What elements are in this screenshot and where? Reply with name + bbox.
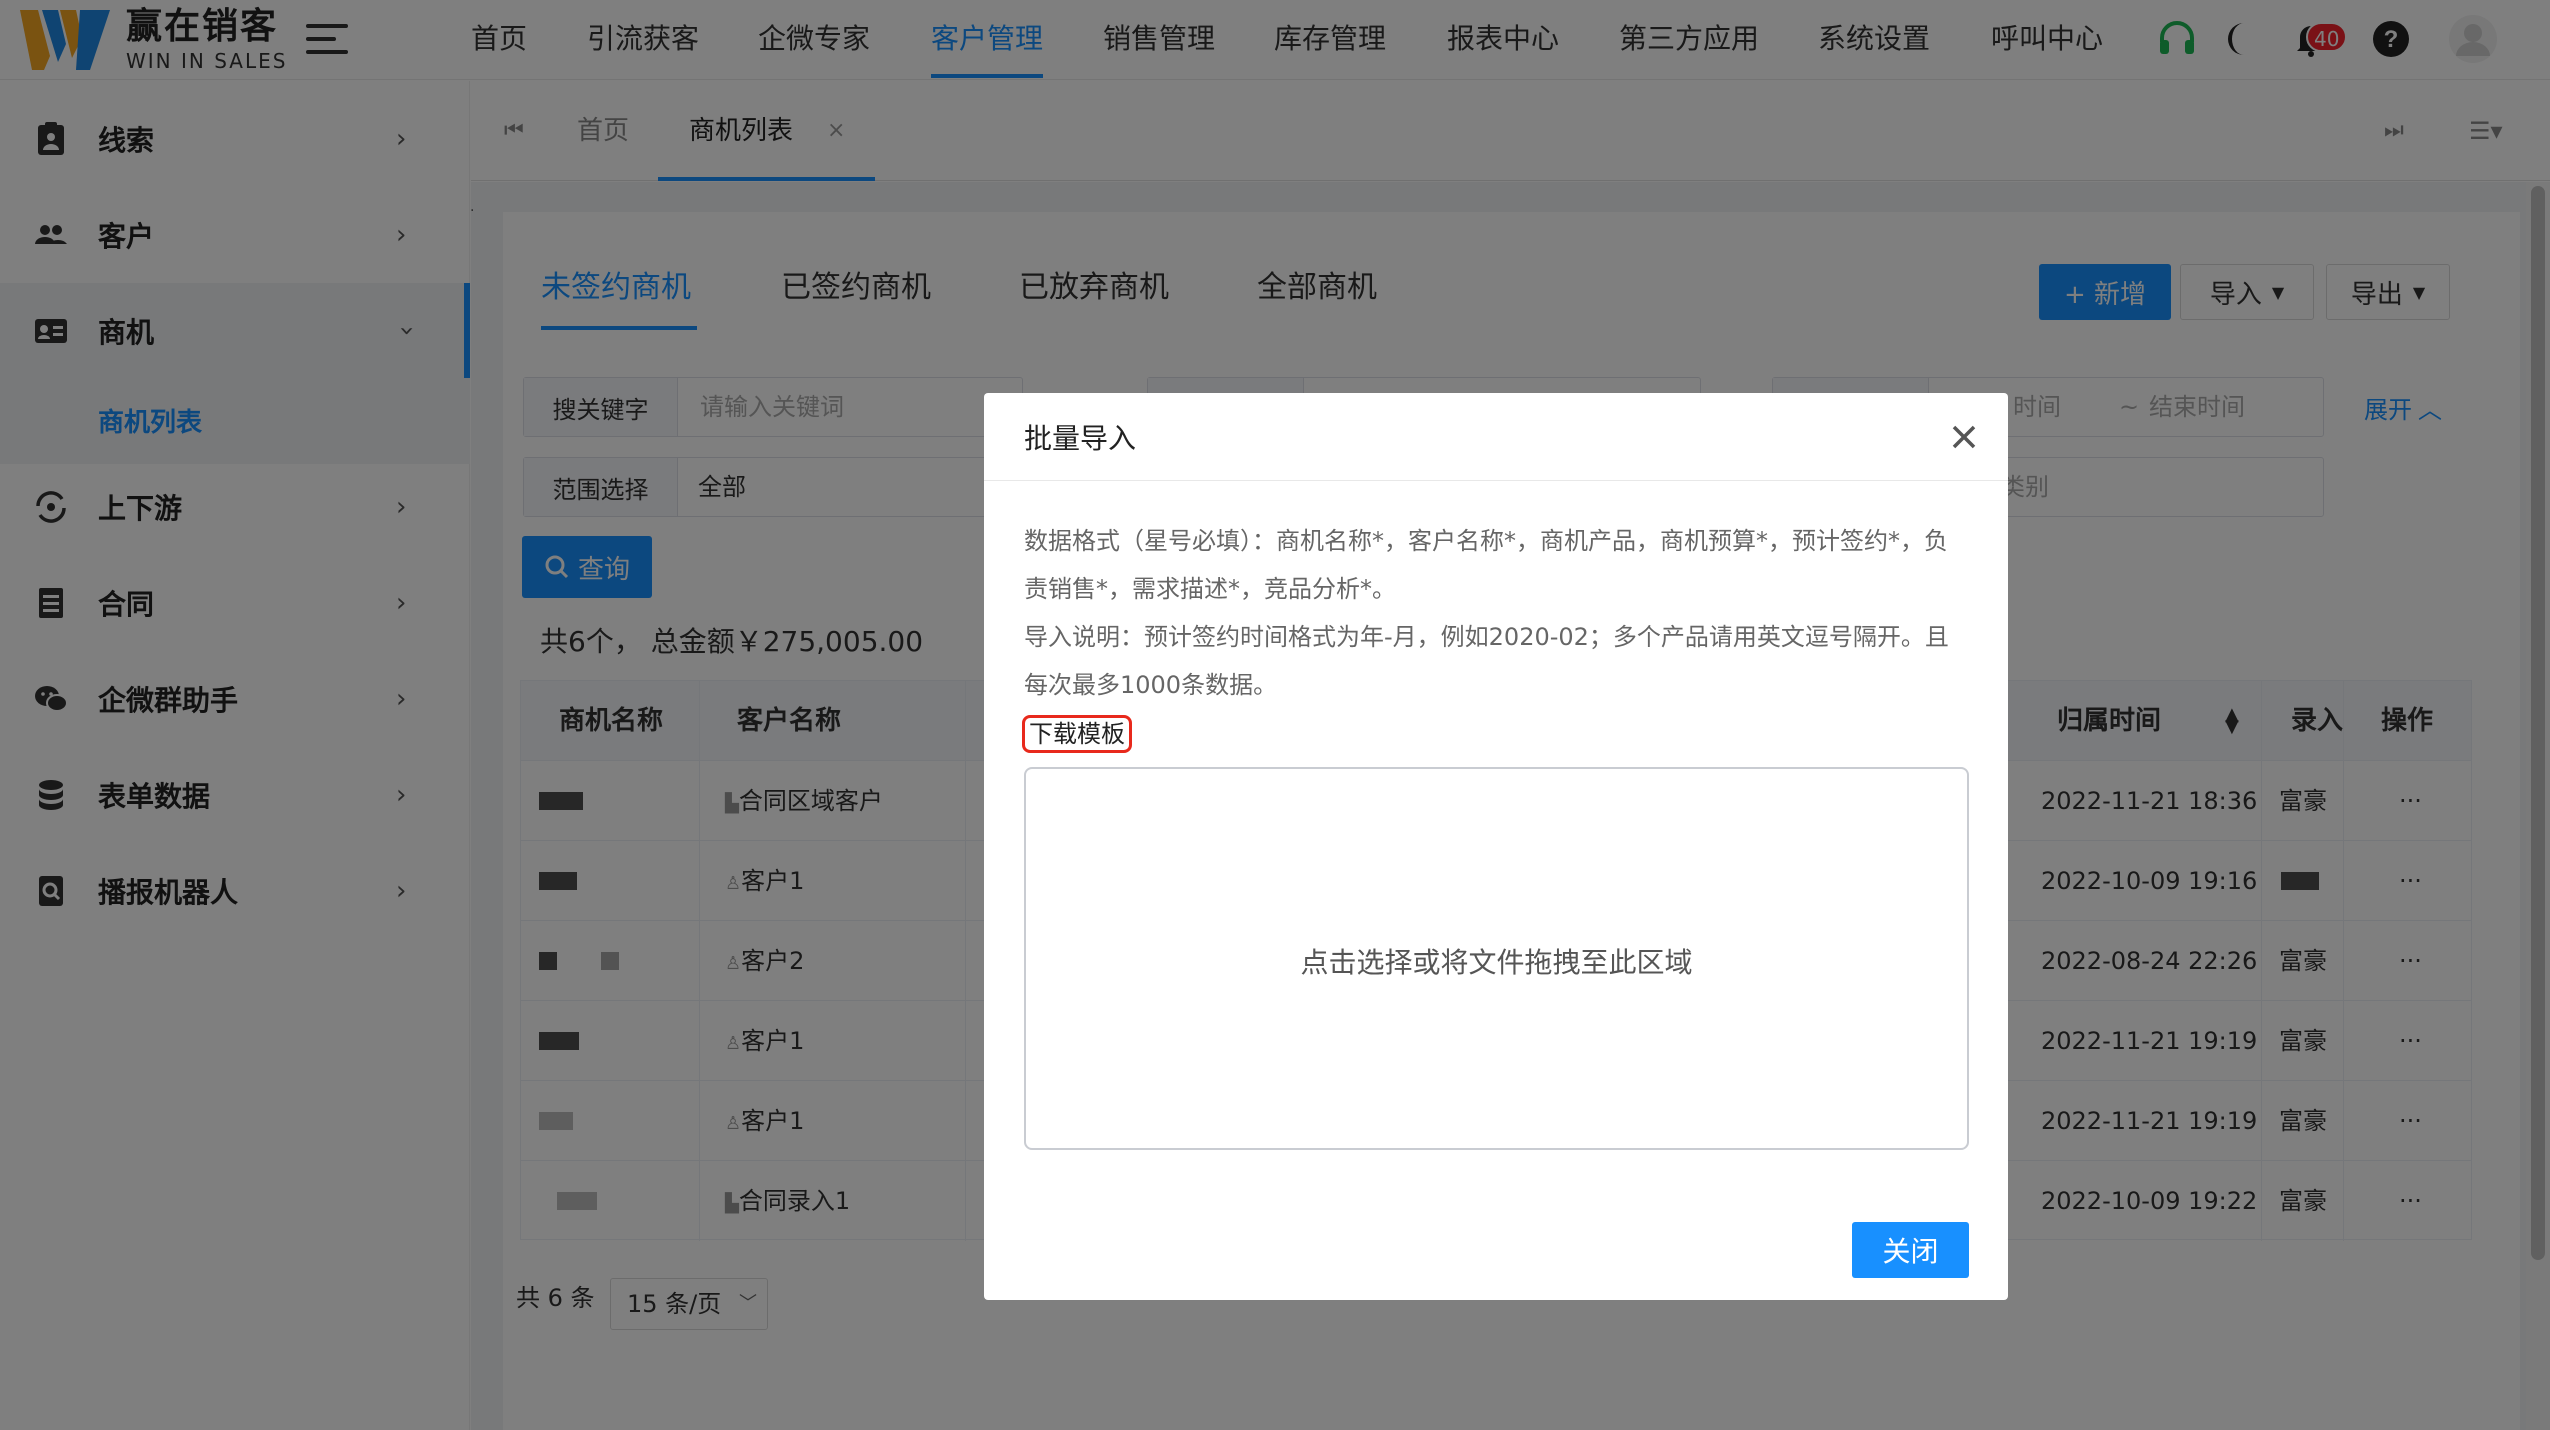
format-line-1: 数据格式（星号必填）：商机名称*，客户名称*，商机产品，商机预算*，预计签约*，… xyxy=(1024,527,1948,555)
file-dropzone[interactable]: 点击选择或将文件拖拽至此区域 xyxy=(1024,767,1969,1150)
import-note-line-1: 导入说明：预计签约时间格式为年-月，例如2020-02；多个产品请用英文逗号隔开… xyxy=(1024,623,1949,651)
modal-title: 批量导入 xyxy=(1024,422,1137,455)
download-template-link[interactable]: 下载模板 xyxy=(1022,715,1132,753)
modal-header: 批量导入 xyxy=(984,393,2008,481)
close-button[interactable]: 关闭 xyxy=(1852,1222,1969,1278)
dropzone-text: 点击选择或将文件拖拽至此区域 xyxy=(1300,946,1693,979)
import-note-line-2: 每次最多1000条数据。 xyxy=(1024,671,1278,699)
close-icon[interactable] xyxy=(1944,417,1984,457)
format-line-2: 责销售*，需求描述*，竞品分析*。 xyxy=(1024,575,1396,603)
